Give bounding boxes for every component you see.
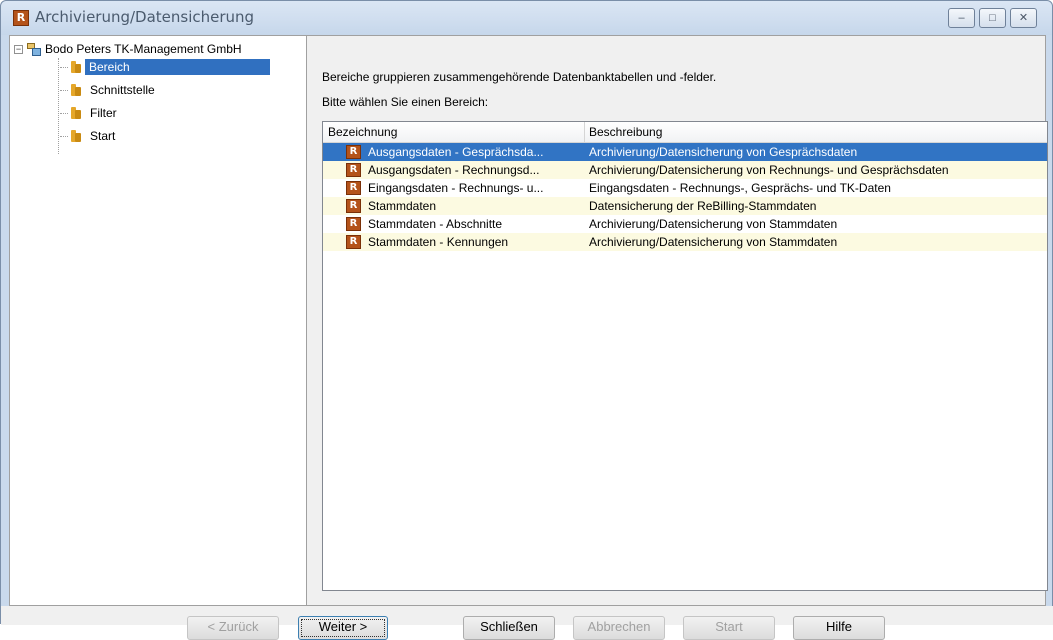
wizard-window: R Archivierung/Datensicherung – □ ✕ − Bo… — [0, 0, 1053, 640]
start-button[interactable]: Start — [683, 616, 775, 640]
tree-item-label: Bereich — [85, 59, 270, 75]
step-description: Bereiche gruppieren zusammengehörende Da… — [322, 70, 717, 84]
rebilling-icon: R — [346, 181, 361, 195]
list-row[interactable]: R Stammdaten - Abschnitte Archivierung/D… — [323, 215, 1047, 233]
window-title: Archivierung/Datensicherung — [35, 8, 255, 26]
list-row[interactable]: R Ausgangsdaten - Gesprächsda... Archivi… — [323, 143, 1047, 161]
list-row[interactable]: R Ausgangsdaten - Rechnungsd... Archivie… — [323, 161, 1047, 179]
list-row[interactable]: R Stammdaten - Kennungen Archivierung/Da… — [323, 233, 1047, 251]
row-name: Stammdaten - Kennungen — [368, 235, 509, 249]
tree-item-label: Start — [90, 129, 116, 143]
folder-icon — [70, 129, 82, 143]
step-content: Bereiche gruppieren zusammengehörende Da… — [316, 36, 1048, 605]
collapse-icon[interactable]: − — [14, 44, 23, 54]
list-header: Bezeichnung Beschreibung — [323, 122, 1047, 143]
close-window-button[interactable]: ✕ — [1010, 8, 1037, 28]
close-button[interactable]: Schließen — [463, 616, 555, 640]
rebilling-icon: R — [346, 145, 361, 159]
tree-item-bereich[interactable]: Bereich — [60, 58, 270, 76]
row-description: Archivierung/Datensicherung von Stammdat… — [589, 217, 838, 231]
selection-prompt: Bitte wählen Sie einen Bereich: — [322, 95, 489, 109]
row-description: Eingangsdaten - Rechnungs-, Gesprächs- u… — [589, 181, 891, 195]
back-button[interactable]: < Zurück — [187, 616, 279, 640]
row-description: Archivierung/Datensicherung von Rechnung… — [589, 163, 949, 177]
row-description: Archivierung/Datensicherung von Stammdat… — [589, 235, 838, 249]
list-row[interactable]: R Stammdaten Datensicherung der ReBillin… — [323, 197, 1047, 215]
tree-item-start[interactable]: Start — [60, 127, 118, 145]
row-name: Stammdaten - Abschnitte — [368, 217, 503, 231]
column-divider[interactable] — [584, 122, 585, 142]
rebilling-icon: R — [346, 199, 361, 213]
maximize-button[interactable]: □ — [979, 8, 1006, 28]
button-bar: < Zurück Weiter > Schließen Abbrechen St… — [1, 606, 1053, 640]
next-button[interactable]: Weiter > — [298, 616, 388, 640]
row-name: Ausgangsdaten - Rechnungsd... — [368, 163, 540, 177]
rebilling-icon: R — [346, 163, 361, 177]
tree-root-node[interactable]: − Bodo Peters TK-Management GmbH — [14, 40, 242, 58]
help-button[interactable]: Hilfe — [793, 616, 885, 640]
row-name: Stammdaten — [368, 199, 437, 213]
tree-root-label: Bodo Peters TK-Management GmbH — [45, 42, 242, 56]
cancel-button[interactable]: Abbrechen — [573, 616, 665, 640]
column-header-bezeichnung[interactable]: Bezeichnung — [328, 125, 397, 139]
client-area: − Bodo Peters TK-Management GmbH Bereich… — [9, 35, 1048, 606]
row-name: Ausgangsdaten - Gesprächsda... — [368, 145, 544, 159]
app-icon: R — [13, 10, 29, 26]
row-description: Datensicherung der ReBilling-Stammdaten — [589, 199, 817, 213]
network-icon — [27, 42, 41, 56]
minimize-button[interactable]: – — [948, 8, 975, 28]
folder-icon — [70, 60, 82, 74]
folder-icon — [70, 83, 82, 97]
rebilling-icon: R — [346, 217, 361, 231]
row-name: Eingangsdaten - Rechnungs- u... — [368, 181, 544, 195]
row-description: Archivierung/Datensicherung von Gespräch… — [589, 145, 858, 159]
area-list[interactable]: Bezeichnung Beschreibung R Ausgangsdaten… — [322, 121, 1048, 591]
list-row[interactable]: R Eingangsdaten - Rechnungs- u... Eingan… — [323, 179, 1047, 197]
tree-item-label: Schnittstelle — [90, 83, 155, 97]
column-header-beschreibung[interactable]: Beschreibung — [589, 125, 662, 139]
rebilling-icon: R — [346, 235, 361, 249]
tree-item-label: Filter — [90, 106, 117, 120]
tree-item-schnittstelle[interactable]: Schnittstelle — [60, 81, 158, 99]
tree-item-filter[interactable]: Filter — [60, 104, 120, 122]
title-bar[interactable]: R Archivierung/Datensicherung – □ ✕ — [1, 1, 1052, 35]
folder-icon — [70, 106, 82, 120]
wizard-step-tree: − Bodo Peters TK-Management GmbH Bereich… — [10, 36, 307, 605]
